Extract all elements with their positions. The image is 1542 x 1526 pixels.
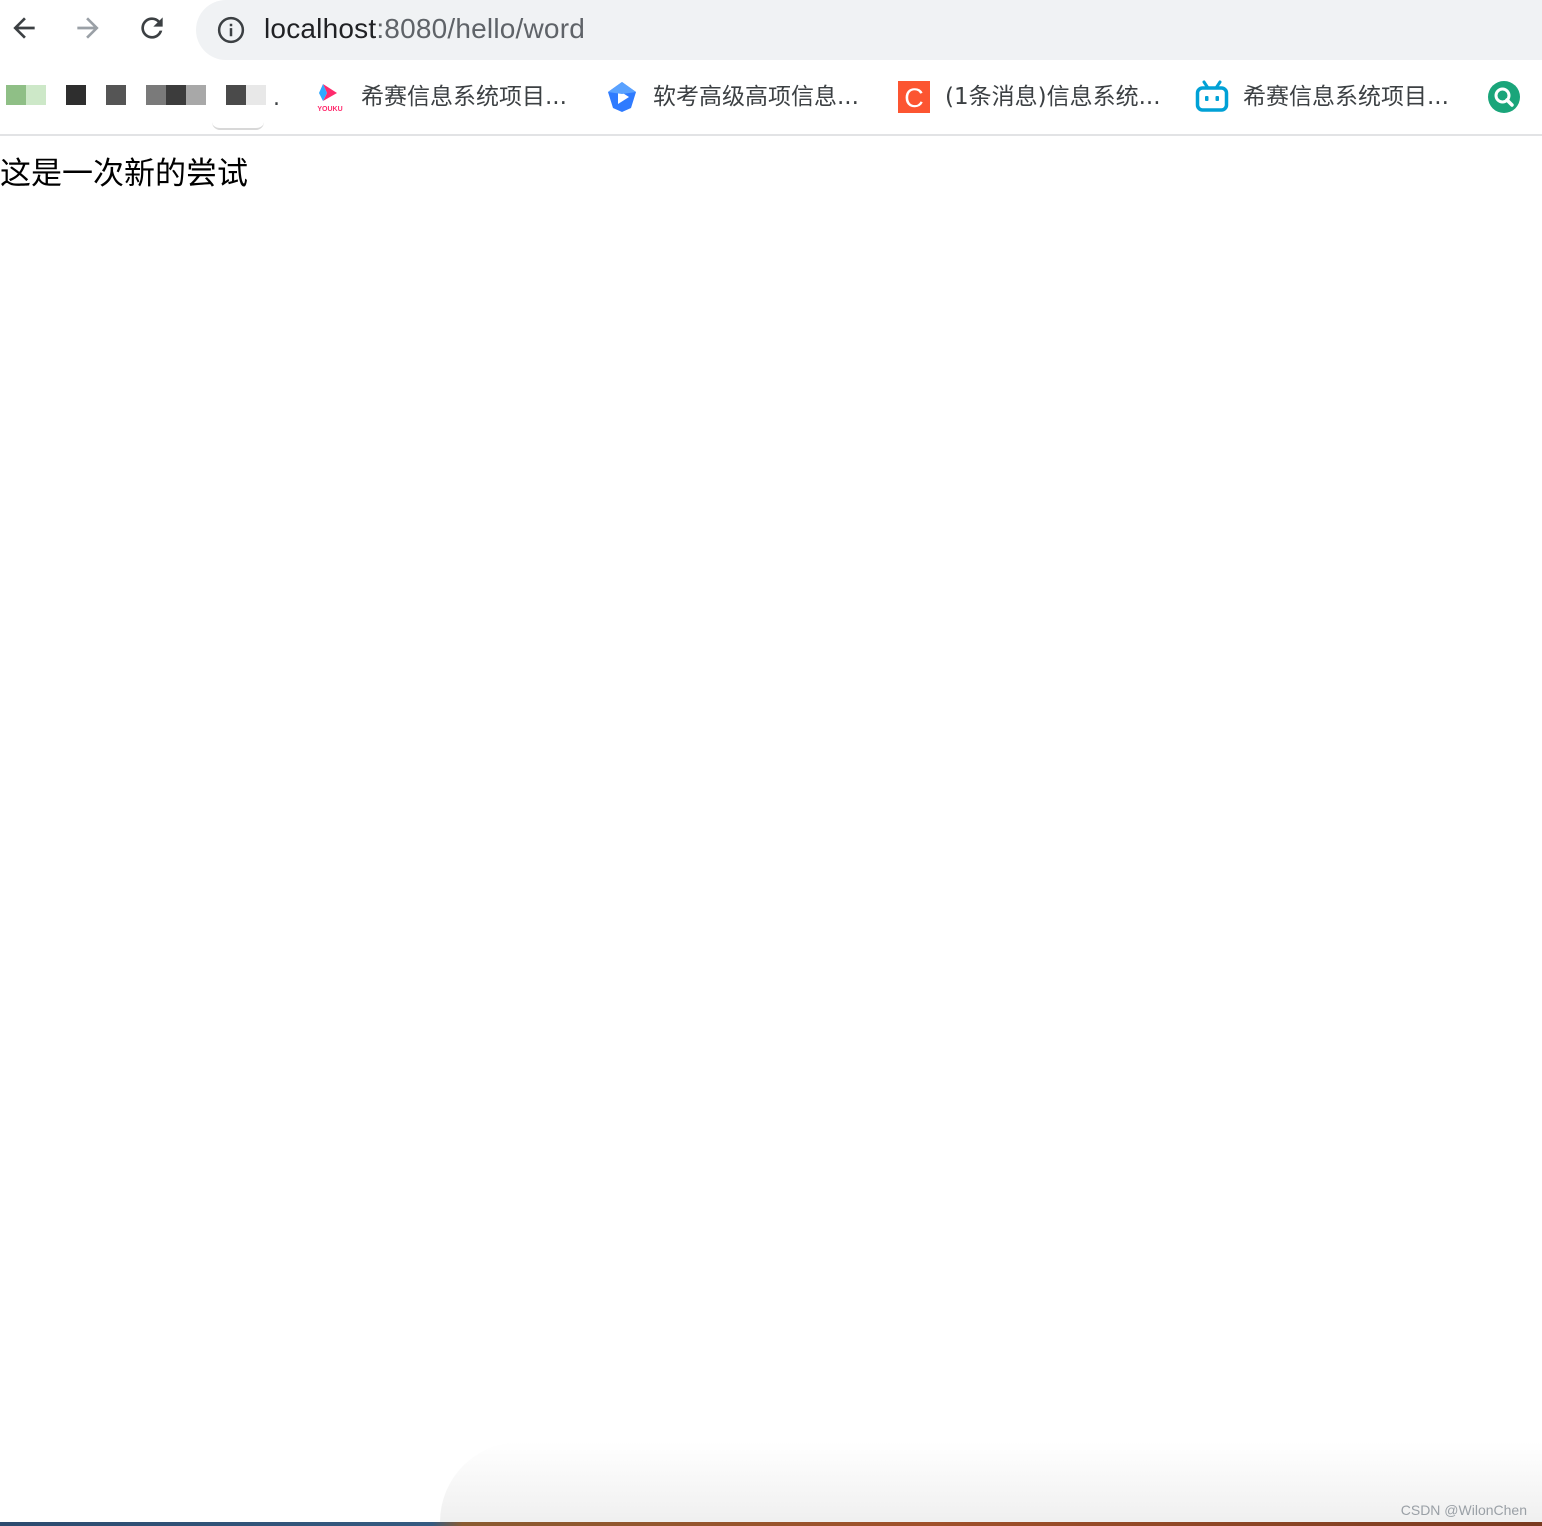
address-bar[interactable]: localhost:8080/hello/word [196,0,1542,60]
youku-icon: YOUKU [313,80,347,114]
bar-smudge [212,122,264,130]
redacted-bookmark-icon[interactable] [106,85,126,105]
redacted-bookmark-icon[interactable] [226,85,246,105]
browser-window: localhost:8080/hello/word . YOUKU 希赛信息系统… [0,0,1542,1526]
redacted-bookmark-icon[interactable] [6,85,26,105]
page-text: 这是一次新的尝试 [0,156,248,192]
forward-button[interactable] [66,6,110,50]
arrow-right-icon [77,17,99,39]
bookmark-label: (1条消息)信息系统... [945,84,1161,110]
bookmark-item[interactable]: YOUKU 希赛信息系统项目... [313,80,567,114]
back-button[interactable] [2,6,46,50]
bilibili-icon [1195,80,1229,114]
redacted-bookmark-icon[interactable] [66,85,86,105]
desktop-strip [0,1522,1542,1526]
url-host: localhost [264,13,377,44]
page-content: 这是一次新的尝试 CSDN @WilonChen [0,136,1542,1526]
watermark: CSDN @WilonChen [1400,1502,1527,1518]
bookmark-item[interactable]: 希赛信息系统项目... [1195,80,1449,114]
youku-icon-text: YOUKU [317,106,342,113]
url-path: :8080/hello/word [376,13,585,44]
bookmark-item[interactable]: 软考高级高项信息... [605,80,859,114]
csdn-icon: C [897,80,931,114]
reload-icon [141,17,163,39]
bookmark-label: 软考高级高项信息... [653,84,859,110]
redacted-bookmark-icon[interactable] [166,85,186,105]
bookmark-item[interactable]: C (1条消息)信息系统... [897,80,1161,114]
browser-toolbar: localhost:8080/hello/word [0,0,1542,60]
bookmark-label: 希赛信息系统项目... [1243,84,1449,110]
redacted-bookmark-icon[interactable] [146,85,166,105]
bookmark-item[interactable] [1487,80,1535,114]
redacted-bookmark-icon[interactable] [26,85,46,105]
blue-play-icon [605,80,639,114]
url-text[interactable]: localhost:8080/hello/word [264,11,585,47]
green-search-icon [1487,80,1521,114]
reload-button[interactable] [130,6,174,50]
bookmark-overflow-text: . [273,86,280,111]
arrow-left-icon [13,17,35,39]
info-icon[interactable] [216,15,246,45]
window-shadow [440,1442,1542,1522]
redacted-bookmark-icon[interactable] [186,85,206,105]
redacted-bookmark-icon[interactable] [246,85,266,105]
csdn-icon-letter: C [904,83,924,113]
bookmark-label: 希赛信息系统项目... [361,84,567,110]
bookmarks-bar: . YOUKU 希赛信息系统项目... 软考高级高项信息... C (1条消息)… [0,60,1542,136]
